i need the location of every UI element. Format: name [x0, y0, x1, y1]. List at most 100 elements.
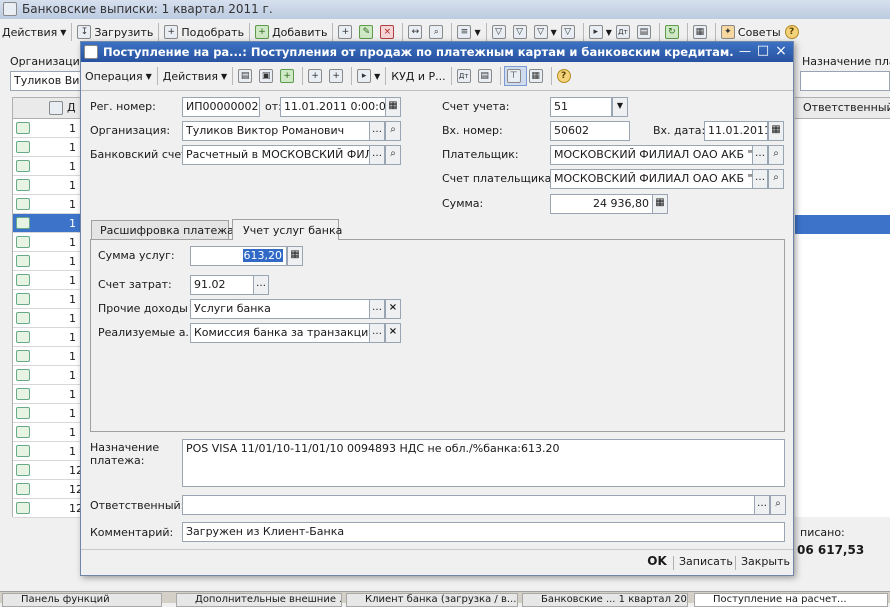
table-row[interactable]: 1: [13, 138, 81, 157]
dt-kt-button[interactable]: Дт: [455, 67, 476, 85]
search-icon[interactable]: ⌕: [385, 145, 401, 165]
table-row[interactable]: 1: [13, 385, 81, 404]
table-row[interactable]: 1: [13, 309, 81, 328]
clear-icon[interactable]: ×: [385, 323, 401, 343]
post-close-button[interactable]: ▤: [236, 67, 257, 85]
maximize-icon[interactable]: □: [755, 43, 771, 59]
delete-button[interactable]: ×: [378, 23, 399, 41]
table-row[interactable]: 1: [13, 176, 81, 195]
search-icon[interactable]: ⌕: [768, 145, 784, 165]
in-date-field[interactable]: 11.01.2011: [704, 121, 768, 141]
clear-icon[interactable]: ×: [385, 299, 401, 319]
select-button[interactable]: …: [752, 169, 768, 189]
kud-button[interactable]: КУД и Р...: [389, 67, 447, 85]
table-row[interactable]: 12: [13, 499, 83, 518]
list-button[interactable]: ≡ ▼: [455, 23, 482, 41]
copy-button[interactable]: +: [336, 23, 357, 41]
task-bank-statements[interactable]: Банковские ... 1 квартал 2011 г.: [522, 593, 688, 607]
operation-menu-button[interactable]: Операция ▼: [83, 67, 154, 85]
select-button[interactable]: …: [369, 323, 385, 343]
find-button[interactable]: ⌕: [427, 23, 448, 41]
table-row[interactable]: 1: [13, 347, 81, 366]
load-button[interactable]: ↧ Загрузить: [75, 23, 155, 41]
calendar-icon[interactable]: ▦: [768, 121, 784, 141]
back-window-titlebar[interactable]: Банковские выписки: 1 квартал 2011 г.: [0, 0, 890, 19]
refresh-button[interactable]: ↻: [663, 23, 684, 41]
task-client-bank[interactable]: Клиент банка (загрузка / в...: [346, 593, 518, 607]
ok-button[interactable]: OK: [645, 554, 669, 570]
in-number-field[interactable]: 50602: [550, 121, 630, 141]
calculator-icon[interactable]: ▦: [287, 246, 303, 266]
purpose-textarea[interactable]: POS VISA 11/01/10-11/01/10 0094893 НДС н…: [182, 439, 785, 487]
chevron-down-icon[interactable]: ▼: [612, 97, 628, 117]
select-button[interactable]: …: [369, 145, 385, 165]
select-button[interactable]: …: [752, 145, 768, 165]
table-row[interactable]: 12: [13, 461, 83, 480]
tab-bank-services[interactable]: Учет услуг банка: [232, 219, 342, 240]
structure-button[interactable]: ▸ ▼: [587, 23, 614, 41]
table-row[interactable]: 1: [13, 157, 81, 176]
go-button[interactable]: ▸ ▼: [355, 67, 382, 85]
table-row[interactable]: 1: [13, 233, 81, 252]
table-row[interactable]: 1: [13, 404, 81, 423]
task-receipt-document[interactable]: Поступление на расчет...: [694, 593, 888, 607]
columns-button[interactable]: ▦: [527, 67, 548, 85]
help-button[interactable]: ?: [555, 67, 576, 85]
report-button[interactable]: ▤: [635, 23, 656, 41]
back-org-field[interactable]: Туликов Вик: [10, 71, 82, 91]
search-icon[interactable]: ⌕: [770, 495, 786, 515]
table-row[interactable]: 1: [13, 423, 81, 442]
task-functions-panel[interactable]: Панель функций: [2, 593, 162, 607]
save-button[interactable]: Записать: [679, 555, 733, 571]
filter-clear-button[interactable]: ▽: [559, 23, 580, 41]
realized-field[interactable]: Комиссия банка за транзакцию: [190, 323, 370, 343]
close-icon[interactable]: ×: [773, 43, 789, 59]
comment-field[interactable]: Загружен из Клиент-Банка: [182, 522, 785, 542]
actions-menu-button[interactable]: Действия ▼: [0, 23, 68, 41]
table-row[interactable]: 1: [13, 119, 81, 138]
table-row[interactable]: 1: [13, 366, 81, 385]
save-doc-button[interactable]: ▣: [257, 67, 278, 85]
payer-field[interactable]: МОСКОВСКИЙ ФИЛИАЛ ОАО АКБ "РО: [550, 145, 753, 165]
select-button[interactable]: …: [253, 275, 269, 295]
filter-menu-button[interactable]: ▽ ▼: [532, 23, 559, 41]
table-row[interactable]: 1: [13, 252, 81, 271]
new-based-button[interactable]: +: [306, 67, 327, 85]
other-income-field[interactable]: Услуги банка: [190, 299, 370, 319]
cost-account-field[interactable]: 91.02: [190, 275, 254, 295]
pick-button[interactable]: + Подобрать: [162, 23, 246, 41]
payer-account-field[interactable]: МОСКОВСКИЙ ФИЛИАЛ ОАО АКБ "РО: [550, 169, 753, 189]
search-icon[interactable]: ⌕: [768, 169, 784, 189]
filter-button[interactable]: ▽: [490, 23, 511, 41]
dialog-actions-menu-button[interactable]: Действия ▼: [161, 67, 229, 85]
account-field[interactable]: 51: [550, 97, 612, 117]
table-row[interactable]: 1: [13, 290, 81, 309]
add-button[interactable]: + Добавить: [253, 23, 329, 41]
table-row[interactable]: 12: [13, 480, 83, 499]
selected-row-right[interactable]: [795, 215, 890, 234]
minimize-icon[interactable]: —: [737, 43, 753, 59]
select-button[interactable]: …: [369, 299, 385, 319]
back-purpose-field[interactable]: [800, 71, 890, 91]
dt-kt-button[interactable]: Дт: [614, 23, 635, 41]
based-on-button[interactable]: +: [327, 67, 348, 85]
close-button[interactable]: Закрыть: [741, 555, 790, 571]
filter-value-button[interactable]: ▽: [511, 23, 532, 41]
table-row[interactable]: 1: [13, 328, 81, 347]
calendar-icon[interactable]: ▦: [385, 97, 401, 117]
reg-number-field[interactable]: ИП000000023: [182, 97, 260, 117]
table-row[interactable]: 1: [13, 271, 81, 290]
print-button[interactable]: ▤: [476, 67, 497, 85]
structure-button[interactable]: ⊤: [503, 66, 527, 86]
table-row[interactable]: 1: [13, 214, 81, 233]
select-button[interactable]: …: [369, 121, 385, 141]
services-sum-field[interactable]: 613,20: [190, 246, 287, 266]
table-row[interactable]: 1: [13, 442, 81, 461]
advice-button[interactable]: ✦ Советы: [719, 23, 783, 41]
tab-payment-details[interactable]: Расшифровка платежа: [91, 220, 234, 239]
edit-button[interactable]: ✎: [357, 23, 378, 41]
copy-doc-button[interactable]: +: [278, 67, 299, 85]
select-button[interactable]: …: [754, 495, 770, 515]
post-button[interactable]: ↔: [406, 23, 427, 41]
dialog-titlebar[interactable]: Поступление на ра...: Поступления от про…: [81, 42, 793, 62]
